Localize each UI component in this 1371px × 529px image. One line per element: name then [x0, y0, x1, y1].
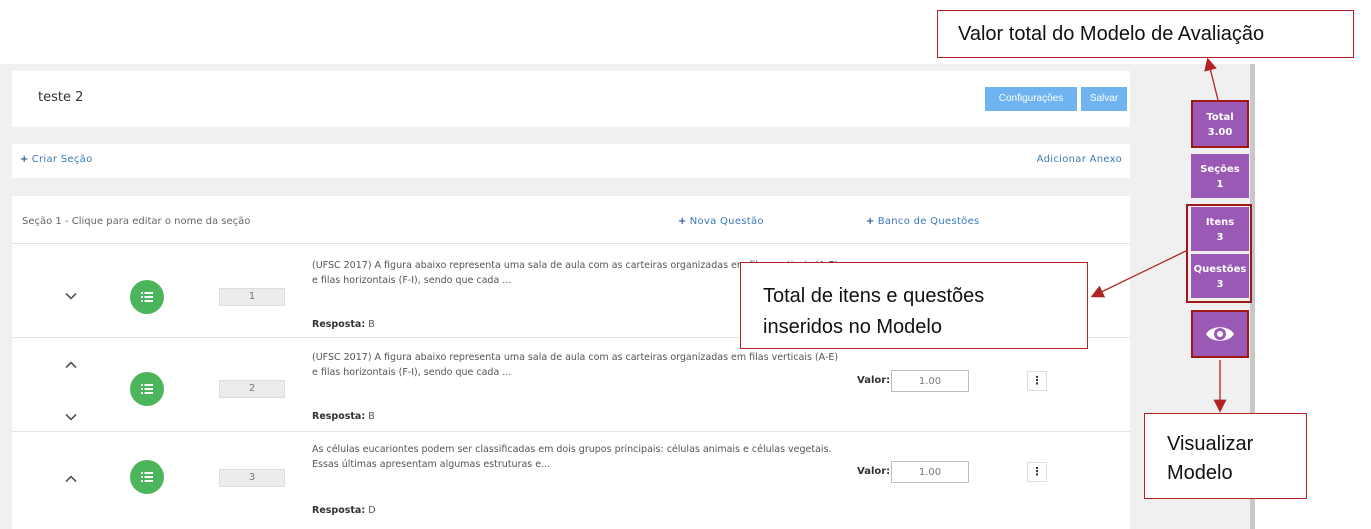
answer-value: B — [368, 319, 375, 330]
more-options-icon[interactable]: ⋮ — [1027, 371, 1047, 391]
question-row: 3 As células eucariontes podem ser class… — [12, 432, 1130, 526]
callout-items-line2: inseridos no Modelo — [763, 316, 942, 338]
chevron-down-icon[interactable] — [64, 410, 78, 424]
callout-items-line1: Total de itens e questões — [763, 285, 985, 307]
question-list-icon — [130, 372, 164, 406]
chevron-down-icon[interactable] — [64, 289, 78, 303]
question-text: As células eucariontes podem ser classif… — [312, 444, 832, 470]
total-tile: Total 3.00 — [1191, 100, 1249, 148]
value-label: Valor: — [857, 375, 891, 386]
section-card: Seção 1 - Clique para editar o nome da s… — [12, 196, 1130, 529]
question-answer: Resposta: B — [312, 411, 375, 422]
question-bank-link[interactable]: + Banco de Questões — [866, 216, 980, 227]
callout-total-value: Valor total do Modelo de Avaliação — [937, 10, 1354, 58]
sections-tile: Seções 1 — [1191, 154, 1249, 198]
create-section-link[interactable]: + Criar Seção — [20, 154, 93, 165]
assessment-title[interactable]: teste 2 — [38, 90, 83, 105]
value-input[interactable] — [891, 461, 969, 483]
question-bank-label: Banco de Questões — [877, 216, 980, 227]
sections-label: Seções — [1200, 164, 1240, 175]
question-number: 2 — [219, 380, 285, 398]
question-row: 2 (UFSC 2017) A figura abaixo representa… — [12, 338, 1130, 432]
total-label: Total — [1206, 112, 1234, 123]
total-value: 3.00 — [1207, 127, 1233, 138]
value-label: Valor: — [857, 466, 891, 477]
answer-label: Resposta: — [312, 505, 366, 516]
plus-icon: + — [678, 216, 687, 227]
section-name[interactable]: Seção 1 - Clique para editar o nome da s… — [22, 216, 250, 227]
save-button[interactable]: Salvar — [1081, 87, 1127, 111]
chevron-up-icon[interactable] — [64, 472, 78, 486]
question-list-icon — [130, 280, 164, 314]
question-number: 1 — [219, 288, 285, 306]
question-answer: Resposta: D — [312, 505, 376, 516]
answer-value: B — [368, 411, 375, 422]
callout-items-questions: Total de itens e questões inseridos no M… — [740, 262, 1088, 349]
items-questions-highlight — [1186, 204, 1252, 303]
title-card: teste 2 Configurações Salvar — [12, 71, 1130, 127]
chevron-up-icon[interactable] — [64, 358, 78, 372]
callout-view-line2: Modelo — [1167, 462, 1233, 484]
plus-icon: + — [20, 154, 29, 165]
answer-value: D — [368, 505, 376, 516]
create-section-label: Criar Seção — [31, 154, 93, 165]
add-attachment-link[interactable]: Adicionar Anexo — [1037, 154, 1122, 165]
question-text: (UFSC 2017) A figura abaixo representa u… — [312, 352, 839, 378]
new-question-label: Nova Questão — [689, 216, 764, 227]
sections-value: 1 — [1216, 179, 1224, 190]
value-input[interactable] — [891, 370, 969, 392]
eye-icon — [1206, 327, 1234, 341]
section-header: Seção 1 - Clique para editar o nome da s… — [12, 196, 1130, 244]
question-list-icon — [130, 460, 164, 494]
answer-label: Resposta: — [312, 319, 366, 330]
plus-icon: + — [866, 216, 875, 227]
configuracoes-button[interactable]: Configurações — [985, 87, 1077, 111]
answer-label: Resposta: — [312, 411, 366, 422]
more-options-icon[interactable]: ⋮ — [1027, 462, 1047, 482]
preview-button[interactable] — [1191, 310, 1249, 358]
section-toolbar: + Criar Seção Adicionar Anexo — [12, 144, 1130, 178]
new-question-link[interactable]: + Nova Questão — [678, 216, 764, 227]
callout-view-line1: Visualizar — [1167, 433, 1254, 455]
question-answer: Resposta: B — [312, 319, 375, 330]
callout-view-model: Visualizar Modelo — [1144, 413, 1307, 499]
question-number: 3 — [219, 469, 285, 487]
